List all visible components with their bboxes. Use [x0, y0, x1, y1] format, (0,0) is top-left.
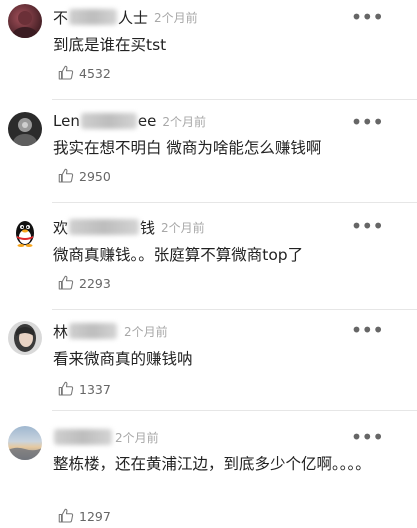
thumbs-up-icon [58, 508, 74, 523]
comment-header: Len ee 2个月前 [53, 110, 206, 132]
penguin-avatar-icon [16, 221, 34, 247]
like-button[interactable]: 4532 [57, 63, 111, 83]
user-avatar[interactable] [8, 321, 42, 355]
like-button[interactable]: 1297 [57, 506, 111, 526]
comment-item: 2个月前 ••• 整栋楼，还在黄浦江边，到底多少个亿啊。。。。 1297 [0, 412, 417, 528]
comment-text: 看来微商真的赚钱呐 [53, 350, 193, 368]
like-count: 2950 [79, 168, 111, 184]
comment-header: 林 2个月前 [53, 320, 168, 342]
comment-time: 2个月前 [154, 10, 198, 25]
thumbs-up-icon [58, 275, 74, 290]
username[interactable]: 不 [53, 7, 68, 28]
comment-text: 微商真赚钱。。张庭算不算微商top了 [53, 246, 304, 264]
like-count: 2293 [79, 275, 111, 291]
comment-header: 2个月前 [53, 426, 159, 448]
more-options-button[interactable]: ••• [351, 320, 384, 340]
photo-avatar-icon [14, 324, 36, 352]
more-options-button[interactable]: ••• [351, 7, 384, 27]
like-count: 4532 [79, 65, 111, 81]
comment-item: 不 人士 2个月前 ••• 到底是谁在买tst 4532 [0, 0, 417, 100]
comment-divider [52, 410, 417, 411]
photo-avatar-icon [12, 11, 38, 38]
blurred-username [69, 219, 140, 235]
more-options-button[interactable]: ••• [351, 112, 384, 132]
comment-item: 欢 钱 2个月前 ••• 微商真赚钱。。张庭算不算微商top了 2293 [0, 204, 417, 310]
comment-divider [52, 202, 417, 203]
like-count: 1297 [79, 508, 111, 524]
comment-text: 我实在想不明白 微商为啥能怎么赚钱啊 [53, 139, 322, 157]
comment-divider [52, 309, 417, 310]
comment-time: 2个月前 [162, 114, 206, 129]
user-avatar[interactable] [8, 216, 42, 250]
blurred-username [69, 9, 118, 25]
username-suffix[interactable]: 钱 [140, 217, 155, 238]
thumbs-up-icon [58, 168, 74, 183]
comment-item: Len ee 2个月前 ••• 我实在想不明白 微商为啥能怎么赚钱啊 2950 [0, 100, 417, 204]
username-suffix[interactable]: ee [138, 112, 156, 130]
comment-time: 2个月前 [115, 430, 159, 445]
user-avatar[interactable] [8, 112, 42, 146]
username[interactable]: 欢 [53, 217, 68, 238]
username-suffix[interactable]: 人士 [118, 7, 148, 28]
more-options-button[interactable]: ••• [351, 216, 384, 236]
comment-item: 林 2个月前 ••• 看来微商真的赚钱呐 1337 [0, 311, 417, 411]
username[interactable]: Len [53, 112, 80, 130]
like-button[interactable]: 2293 [57, 273, 111, 293]
photo-avatar-icon [13, 118, 37, 146]
comment-time: 2个月前 [161, 220, 205, 235]
like-button[interactable]: 2950 [57, 166, 111, 186]
more-options-button[interactable]: ••• [351, 427, 384, 447]
comment-header: 不 人士 2个月前 [53, 6, 198, 28]
comment-header: 欢 钱 2个月前 [53, 216, 205, 238]
like-button[interactable]: 1337 [57, 379, 111, 399]
like-count: 1337 [79, 381, 111, 397]
blurred-username [80, 113, 137, 129]
thumbs-up-icon [58, 381, 74, 396]
username[interactable]: 林 [53, 321, 68, 342]
comment-text: 到底是谁在买tst [53, 36, 167, 54]
thumbs-up-icon [58, 65, 74, 80]
comment-text: 整栋楼，还在黄浦江边，到底多少个亿啊。。。。 [53, 455, 371, 473]
user-avatar[interactable] [8, 426, 42, 460]
comment-time: 2个月前 [124, 324, 168, 339]
landscape-avatar-icon [8, 447, 42, 460]
blurred-username [69, 323, 118, 339]
user-avatar[interactable] [8, 4, 42, 38]
blurred-username [54, 429, 112, 445]
